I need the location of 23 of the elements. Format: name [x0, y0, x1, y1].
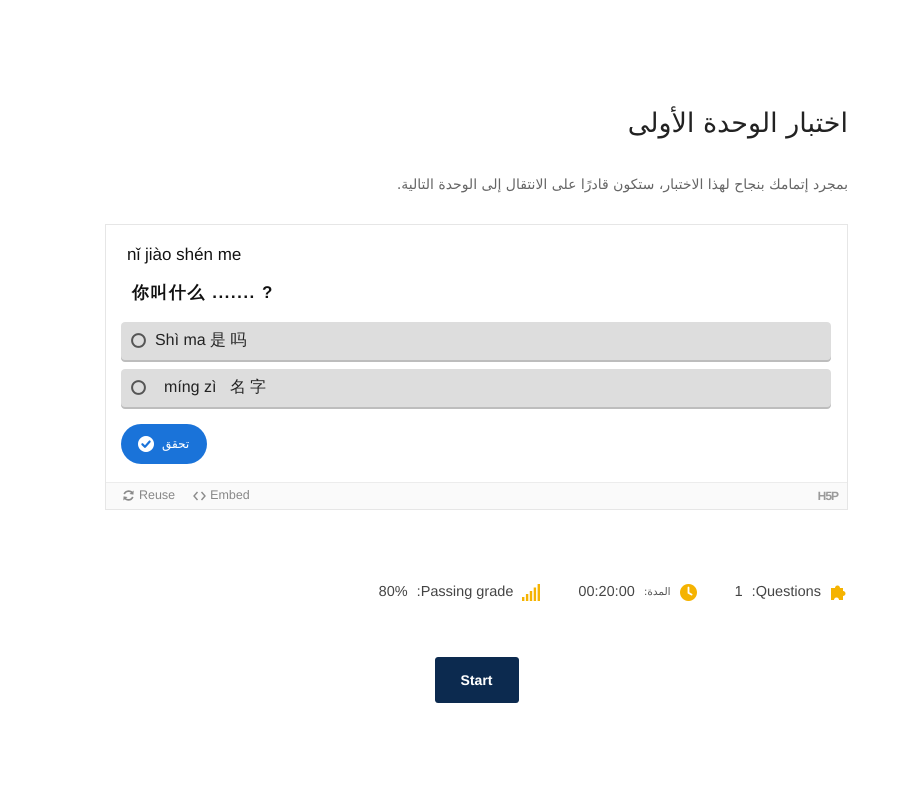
refresh-icon	[122, 489, 135, 502]
signal-bars-icon	[522, 584, 540, 601]
pinyin-text: nǐ jiào shén me	[127, 245, 242, 266]
info-label: Passing grade:	[416, 582, 514, 602]
info-value: 1	[734, 582, 743, 602]
radio-icon[interactable]	[131, 333, 146, 348]
answer-option[interactable]: Shì ma 是 吗	[121, 322, 831, 360]
quiz-description: بمجرد إتمامك بنجاح لهذا الاختبار، ستكون قادرًا على الانتقال إلى الوحدة التالية.	[396, 176, 848, 196]
clock-icon	[680, 584, 697, 601]
radio-icon[interactable]	[131, 380, 146, 396]
puzzle-icon	[830, 583, 848, 602]
check-circle-icon	[138, 436, 154, 452]
check-button[interactable]: تحقق	[121, 424, 208, 464]
start-button[interactable]: Start	[434, 657, 518, 704]
h5p-logo: H5P	[818, 488, 838, 505]
answer-option[interactable]: míng zì 名 字	[121, 368, 831, 407]
info-label: Questions:	[752, 582, 821, 602]
info-value: 80%	[378, 582, 408, 602]
info-label: المدة:	[644, 584, 671, 600]
info-value: 00:20:00	[578, 582, 635, 602]
quiz-title: اختبار الوحدة الأولى	[626, 106, 848, 141]
code-icon	[193, 490, 206, 501]
question-text: 你叫什么 ....... ?	[132, 282, 275, 304]
